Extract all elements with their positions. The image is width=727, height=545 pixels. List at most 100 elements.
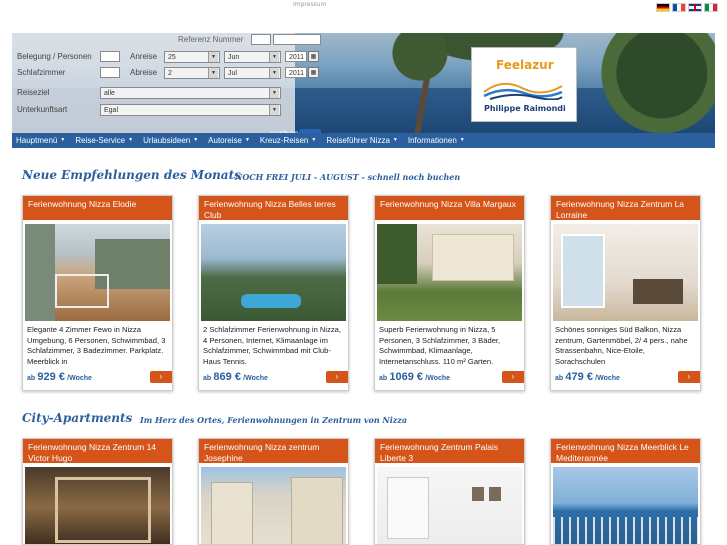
- flag-fr-icon[interactable]: [672, 3, 686, 12]
- calendar-icon[interactable]: ▦: [308, 51, 319, 62]
- more-arrow-icon[interactable]: ›: [502, 371, 524, 383]
- unterkunft-select[interactable]: Egal: [100, 104, 281, 116]
- section-subtitle-city: Im Herz des Ortes, Ferienwohnungen in Ze…: [140, 415, 408, 425]
- logo-wave-icon: [483, 82, 563, 100]
- anreise-label: Anreise: [130, 52, 158, 61]
- price-unit: /Woche: [425, 375, 451, 382]
- referenz-input-1[interactable]: [251, 34, 271, 45]
- anreise-month-select[interactable]: Jun: [224, 51, 281, 63]
- card-price-row: ab 1069 € /Woche ›: [375, 371, 524, 385]
- language-flags: [656, 3, 718, 12]
- more-arrow-icon[interactable]: ›: [326, 371, 348, 383]
- property-photo[interactable]: [553, 224, 698, 321]
- calendar-icon[interactable]: ▦: [308, 67, 319, 78]
- property-card[interactable]: Ferienwohnung Nizza Villa Margaux Superb…: [374, 195, 525, 391]
- abreise-label: Abreise: [130, 68, 158, 77]
- chevron-down-icon: ▼: [392, 137, 398, 144]
- more-arrow-icon[interactable]: ›: [150, 371, 172, 383]
- nav-item-reisefuehrer[interactable]: Reiseführer Nizza ▼: [322, 133, 404, 148]
- nav-item-kreuz-reisen[interactable]: Kreuz-Reisen ▼: [256, 133, 322, 148]
- price-value: 869 €: [213, 371, 241, 383]
- property-photo[interactable]: [377, 224, 522, 321]
- property-card[interactable]: Ferienwohnung Zentrum Palais Liberte 3: [374, 438, 525, 545]
- card-title[interactable]: Ferienwohnung Nizza Meerblick Le Mediter…: [551, 439, 700, 463]
- property-card[interactable]: Ferienwohnung Nizza Belles terres Club 2…: [198, 195, 349, 391]
- main-nav: Hauptmenü ▼ Reise-Service ▼ Urlaubsideen ▼ …: [12, 133, 715, 148]
- property-card[interactable]: Ferienwohnung Nizza zentrum Josephine: [198, 438, 349, 545]
- flag-en-icon[interactable]: [688, 3, 702, 12]
- property-photo[interactable]: [25, 467, 170, 544]
- property-card[interactable]: Ferienwohnung Nizza Zentrum La Lorraine …: [550, 195, 701, 391]
- flag-it-icon[interactable]: [704, 3, 718, 12]
- property-card[interactable]: Ferienwohnung Nizza Zentrum 14 Victor Hu…: [22, 438, 173, 545]
- card-description: Superb Ferienwohnung in Nizza, 5 Persone…: [379, 325, 501, 366]
- belegung-input[interactable]: [100, 51, 120, 62]
- price-value: 479 €: [565, 371, 593, 383]
- property-photo[interactable]: [201, 467, 346, 544]
- price-unit: /Woche: [595, 375, 620, 382]
- impressum-link[interactable]: Impressum: [293, 1, 326, 8]
- section-title-city: City-Apartments: [22, 411, 133, 425]
- referenz-input-2[interactable]: [273, 34, 321, 45]
- reiseziel-select[interactable]: alle: [100, 87, 281, 99]
- referenz-label: Referenz Nummer: [178, 35, 244, 44]
- chevron-down-icon: ▼: [244, 137, 250, 144]
- card-description: Schönes sonniges Süd Balkon, Nizza zentr…: [555, 325, 688, 366]
- nav-item-autoreise[interactable]: Autoreise ▼: [204, 133, 256, 148]
- card-title[interactable]: Ferienwohnung Nizza Villa Margaux: [375, 196, 524, 220]
- abreise-day-select[interactable]: 2: [164, 67, 220, 79]
- property-photo[interactable]: [25, 224, 170, 321]
- card-title[interactable]: Ferienwohnung Nizza Elodie: [23, 196, 172, 220]
- price-unit: /Woche: [243, 375, 268, 382]
- property-photo[interactable]: [553, 467, 698, 544]
- price-prefix: ab: [555, 375, 564, 382]
- property-card[interactable]: Ferienwohnung Nizza Meerblick Le Mediter…: [550, 438, 701, 545]
- card-title[interactable]: Ferienwohnung Nizza Zentrum 14 Victor Hu…: [23, 439, 172, 463]
- abreise-year-input[interactable]: 2011: [285, 67, 307, 78]
- hero-foliage-right: [582, 33, 715, 133]
- nav-item-urlaubsideen[interactable]: Urlaubsideen ▼: [139, 133, 204, 148]
- nav-label: Urlaubsideen: [143, 136, 191, 145]
- price-value: 929 €: [37, 371, 65, 383]
- card-description: 2 Schlafzimmer Ferienwohnung in Nizza, 4…: [203, 325, 342, 366]
- reiseziel-label: Reiseziel: [17, 88, 50, 97]
- card-price-row: ab 869 € /Woche ›: [199, 371, 348, 385]
- anreise-year-input[interactable]: 2011: [285, 51, 307, 62]
- property-photo[interactable]: [201, 224, 346, 321]
- chevron-down-icon: ▼: [60, 137, 66, 144]
- hero-tree: [392, 33, 462, 133]
- card-title[interactable]: Ferienwohnung Nizza Belles terres Club: [199, 196, 348, 220]
- chevron-down-icon: ▼: [311, 137, 317, 144]
- chevron-down-icon: ▼: [128, 137, 134, 144]
- price-prefix: ab: [27, 375, 36, 382]
- property-photo[interactable]: [377, 467, 522, 544]
- property-card[interactable]: Ferienwohnung Nizza Elodie Elegante 4 Zi…: [22, 195, 173, 391]
- anreise-day-select[interactable]: 25: [164, 51, 220, 63]
- abreise-month-select[interactable]: Jul: [224, 67, 281, 79]
- flag-de-icon[interactable]: [656, 3, 670, 12]
- nav-label: Reise-Service: [75, 136, 126, 145]
- nav-label: Hauptmenü: [16, 136, 58, 145]
- nav-label: Autoreise: [208, 136, 242, 145]
- nav-item-hauptmenue[interactable]: Hauptmenü ▼: [12, 133, 71, 148]
- schlafzimmer-input[interactable]: [100, 67, 120, 78]
- chevron-down-icon: ▼: [193, 137, 199, 144]
- price-prefix: ab: [379, 375, 388, 382]
- search-form-panel: [12, 33, 295, 133]
- card-title[interactable]: Ferienwohnung Nizza Zentrum La Lorraine: [551, 196, 700, 220]
- logo-brand: Feelazur: [496, 58, 554, 72]
- card-title[interactable]: Ferienwohnung Nizza zentrum Josephine: [199, 439, 348, 463]
- nav-label: Reiseführer Nizza: [326, 136, 390, 145]
- nav-label: Informationen: [407, 136, 457, 145]
- nav-item-informationen[interactable]: Informationen ▼: [404, 133, 471, 148]
- nav-item-reise-service[interactable]: Reise-Service ▼: [71, 133, 139, 148]
- chevron-down-icon: ▼: [459, 137, 465, 144]
- price-prefix: ab: [203, 375, 212, 382]
- top-bar: Impressum: [0, 0, 727, 32]
- unterkunft-label: Unterkunftsart: [17, 105, 68, 114]
- feelazur-logo[interactable]: Feelazur Philippe Raimondi: [471, 47, 577, 122]
- belegung-label: Belegung / Personen: [17, 52, 92, 61]
- more-arrow-icon[interactable]: ›: [678, 371, 700, 383]
- card-price-row: ab 479 € /Woche ›: [551, 371, 700, 385]
- card-title[interactable]: Ferienwohnung Zentrum Palais Liberte 3: [375, 439, 524, 463]
